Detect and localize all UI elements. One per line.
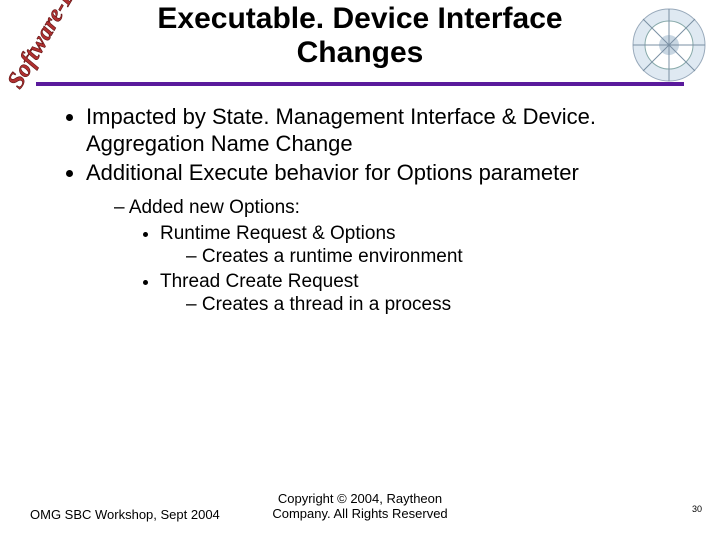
bullet-2: Additional Execute behavior for Options … xyxy=(86,160,680,317)
bullet-2-text: Additional Execute behavior for Options … xyxy=(86,160,579,185)
footer-center-l1: Copyright © 2004, Raytheon xyxy=(278,491,442,506)
sub-bullet-1: Added new Options: Runtime Request & Opt… xyxy=(114,196,680,316)
footer-center-l2: Company. All Rights Reserved xyxy=(272,506,447,521)
footer-center: Copyright © 2004, Raytheon Company. All … xyxy=(0,491,720,522)
title-line2: Changes xyxy=(297,36,424,69)
slide-title: Executable. Device Interface Changes xyxy=(110,2,610,69)
sub-bullet-1-text: Added new Options: xyxy=(129,197,300,218)
title-underline xyxy=(36,82,684,86)
sub2-b-text: Thread Create Request xyxy=(160,271,359,292)
page-number: 30 xyxy=(692,504,702,514)
sub2-a-text: Runtime Request & Options xyxy=(160,223,396,244)
title-line1: Executable. Device Interface xyxy=(157,2,562,35)
sub2-b: Thread Create Request Creates a thread i… xyxy=(160,270,680,316)
slide-body: Impacted by State. Management Interface … xyxy=(60,104,680,318)
slide-header: Executable. Device Interface Changes xyxy=(0,2,720,69)
sub2-a: Runtime Request & Options Creates a runt… xyxy=(160,222,680,268)
sub3-b: Creates a thread in a process xyxy=(186,293,680,316)
sub3-a: Creates a runtime environment xyxy=(186,245,680,268)
bullet-1: Impacted by State. Management Interface … xyxy=(86,104,680,158)
